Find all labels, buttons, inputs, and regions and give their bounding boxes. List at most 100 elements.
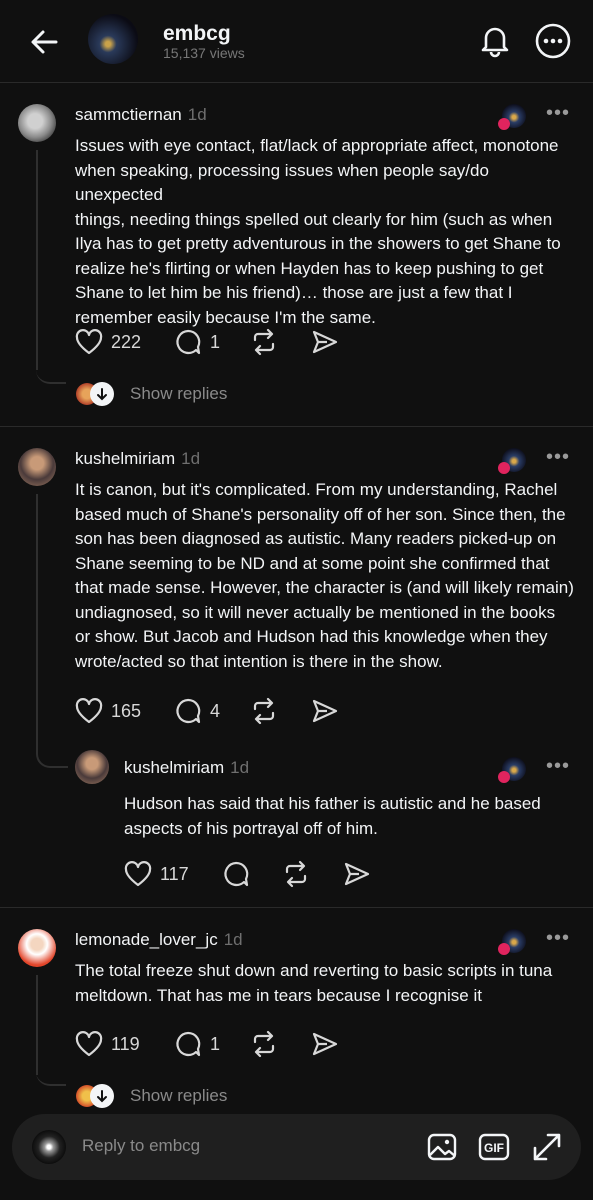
- repost-icon: [253, 1030, 275, 1058]
- comment-line: aspects of his portrayal off of him.: [124, 818, 378, 838]
- timestamp: 1d: [223, 930, 243, 949]
- comment-username[interactable]: kushelmiriam 1d: [75, 449, 200, 469]
- comment-line: It is canon, but it's complicated. From …: [75, 480, 558, 499]
- like-button[interactable]: 117: [124, 859, 189, 889]
- reply-input[interactable]: Reply to embcg: [82, 1136, 200, 1156]
- reply-composer[interactable]: Reply to embcg GIF: [12, 1114, 581, 1180]
- reply-button[interactable]: 1: [174, 327, 220, 357]
- send-icon: [312, 1032, 338, 1056]
- heart-icon: [498, 118, 510, 130]
- page-title[interactable]: embcg: [163, 22, 231, 46]
- author-avatar[interactable]: [88, 14, 138, 64]
- comment-body: It is canon, but it's complicated. From …: [75, 478, 575, 674]
- more-options-icon[interactable]: [534, 22, 572, 60]
- comment-line: Shane to let him be his friend)… those a…: [75, 283, 513, 302]
- repost-button[interactable]: [282, 859, 310, 889]
- send-icon: [312, 699, 338, 723]
- avatar[interactable]: [18, 929, 56, 967]
- comment-line: Ilya has to get pretty adventurous in th…: [75, 234, 561, 253]
- comment-line: that made sense. However, the character …: [75, 578, 574, 597]
- share-button[interactable]: [311, 327, 339, 357]
- like-button[interactable]: 165: [75, 696, 141, 726]
- timestamp: 1d: [181, 449, 201, 468]
- repost-button[interactable]: [250, 1029, 278, 1059]
- share-button[interactable]: [311, 696, 339, 726]
- comment-line: son has been diagnosed as autistic. Many…: [75, 529, 557, 548]
- thread-curve: [36, 1064, 66, 1086]
- comment-line: The total freeze shut down and reverting…: [75, 961, 553, 980]
- comment-username[interactable]: kushelmiriam 1d: [124, 758, 249, 778]
- comment-line: realize he's flirting or when Hayden has…: [75, 258, 544, 278]
- thread-line: [36, 150, 38, 370]
- heart-icon: [498, 771, 510, 783]
- view-count: 15,137 views: [163, 45, 245, 61]
- username-text[interactable]: lemonade_lover_jc: [75, 930, 218, 949]
- comment-line: when speaking, processing issues when pe…: [75, 160, 489, 205]
- like-button[interactable]: 222: [75, 327, 141, 357]
- divider: [0, 907, 593, 908]
- comment-icon: [176, 1031, 201, 1057]
- heart-icon: [75, 329, 103, 355]
- share-button[interactable]: [311, 1029, 339, 1059]
- svg-text:GIF: GIF: [484, 1141, 504, 1155]
- heart-icon: [498, 943, 510, 955]
- thread-line: [36, 975, 38, 1075]
- expand-icon[interactable]: [530, 1130, 564, 1164]
- repost-icon: [253, 697, 275, 725]
- image-icon[interactable]: [425, 1130, 459, 1164]
- repost-button[interactable]: [250, 696, 278, 726]
- username-text[interactable]: sammctiernan: [75, 105, 182, 124]
- comment-more-icon[interactable]: •••: [546, 755, 570, 778]
- comment-line: Hudson has said that his father is autis…: [124, 794, 541, 813]
- comment-actions: 119 1: [75, 1029, 375, 1059]
- heart-icon: [75, 698, 103, 724]
- comment-line: or show. But Jacob and Hudson had this k…: [75, 627, 548, 646]
- share-button[interactable]: [343, 859, 371, 889]
- comment-body: Hudson has said that his father is autis…: [124, 792, 574, 841]
- comment-icon: [176, 698, 201, 724]
- back-arrow-icon[interactable]: [28, 26, 60, 58]
- avatar[interactable]: [18, 104, 56, 142]
- heart-icon: [124, 861, 152, 887]
- comment-more-icon[interactable]: •••: [546, 927, 570, 950]
- comment-actions: 117: [124, 859, 384, 889]
- repost-icon: [285, 860, 307, 888]
- comment-icon: [224, 861, 249, 887]
- send-icon: [312, 330, 338, 354]
- like-button[interactable]: 119: [75, 1029, 140, 1059]
- avatar[interactable]: [18, 448, 56, 486]
- comment-line: wrote/acted so that intention is there i…: [75, 651, 443, 671]
- comment-more-icon[interactable]: •••: [546, 446, 570, 469]
- reply-button[interactable]: [222, 859, 250, 889]
- show-replies-arrow-icon[interactable]: [90, 382, 114, 406]
- notification-bell-icon[interactable]: [477, 22, 513, 58]
- repost-button[interactable]: [250, 327, 278, 357]
- heart-icon: [75, 1031, 103, 1057]
- timestamp: 1d: [230, 758, 250, 777]
- comment-username[interactable]: sammctiernan 1d: [75, 105, 207, 125]
- comment-username[interactable]: lemonade_lover_jc 1d: [75, 930, 243, 950]
- comment-line: undiagnosed, so it will never actually b…: [75, 602, 556, 622]
- show-replies-link[interactable]: Show replies: [130, 1086, 227, 1106]
- like-count: 165: [111, 700, 142, 721]
- send-icon: [344, 862, 370, 886]
- gif-icon[interactable]: GIF: [477, 1130, 511, 1164]
- thread-curve: [36, 730, 68, 768]
- show-replies-link[interactable]: Show replies: [130, 384, 227, 404]
- reply-button[interactable]: 1: [174, 1029, 220, 1059]
- comment-line: based much of Shane's personality off of…: [75, 504, 566, 524]
- top-bar: embcg 15,137 views: [0, 0, 593, 83]
- reply-button[interactable]: 4: [174, 696, 220, 726]
- timestamp: 1d: [187, 105, 207, 124]
- username-text[interactable]: kushelmiriam: [75, 449, 175, 468]
- like-count: 119: [111, 1033, 140, 1054]
- comment-line: meltdown. That has me in tears because I…: [75, 985, 482, 1005]
- thread-line: [36, 494, 38, 734]
- comment-actions: 222 1: [75, 327, 375, 357]
- current-user-avatar: [32, 1130, 66, 1164]
- comment-more-icon[interactable]: •••: [546, 102, 570, 125]
- show-replies-arrow-icon[interactable]: [90, 1084, 114, 1108]
- avatar[interactable]: [75, 750, 109, 784]
- username-text[interactable]: kushelmiriam: [124, 758, 224, 777]
- repost-icon: [253, 328, 275, 356]
